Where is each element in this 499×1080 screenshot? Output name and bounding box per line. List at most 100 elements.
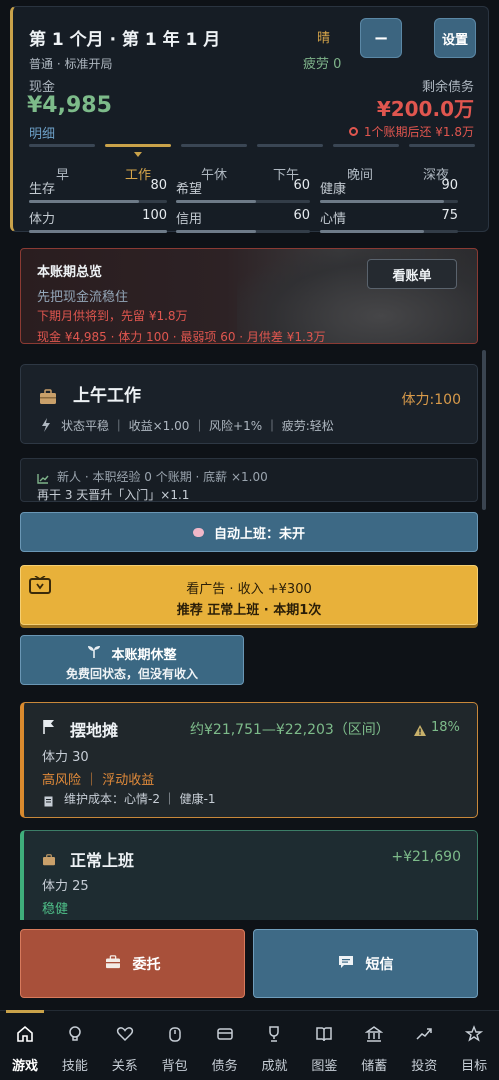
job-income: +¥21,690 xyxy=(391,849,461,865)
debt-note-text: 1个账期后还 ¥1.8万 xyxy=(363,125,474,139)
work-stamina: 体力:100 xyxy=(401,392,461,408)
nav-label: 投资 xyxy=(411,1059,438,1074)
nav-label: 图鉴 xyxy=(311,1059,338,1074)
nav-label: 背包 xyxy=(161,1059,188,1074)
job-stamina: 体力 25 xyxy=(42,879,89,894)
nav-invest[interactable]: 投资 xyxy=(399,1011,449,1080)
stat-value: 90 xyxy=(441,178,458,193)
warning-icon xyxy=(414,721,426,740)
nav-game[interactable]: 游戏 xyxy=(0,1010,50,1080)
briefcase-icon xyxy=(105,954,121,973)
stat-bar-fill xyxy=(176,200,257,203)
message-icon xyxy=(338,955,354,973)
cash-value: ¥4,985 xyxy=(27,93,112,118)
slot-tick-active xyxy=(105,144,171,147)
slot-tick xyxy=(29,144,95,147)
stat-hope: 希望 60 xyxy=(176,178,310,203)
stat-label: 健康 xyxy=(320,182,347,197)
bank-icon xyxy=(364,1025,384,1047)
work-title: 上午工作 xyxy=(73,386,141,406)
cash-detail-link[interactable]: 明细 xyxy=(29,123,55,142)
minimize-button[interactable]: − xyxy=(360,18,402,58)
slot-tick xyxy=(409,144,475,147)
job-tag: 稳健 xyxy=(42,902,69,917)
page-title: 第 1 个月 · 第 1 年 1 月 xyxy=(29,30,221,50)
stat-health: 健康 90 xyxy=(320,178,458,203)
watch-ad-button[interactable]: 看广告 · 收入 +¥300 推荐 正常上班 · 本期1次 xyxy=(20,565,478,625)
stat-label: 信用 xyxy=(176,212,203,227)
game-mode: 普通 · 标准开局 xyxy=(29,57,113,71)
stat-bar-fill xyxy=(176,230,257,233)
stat-bar xyxy=(320,200,458,203)
settings-button[interactable]: 设置 xyxy=(434,18,476,58)
nav-active-indicator xyxy=(6,1010,44,1013)
nav-skills[interactable]: 技能 xyxy=(50,1011,100,1080)
fatigue-label: 疲劳 0 xyxy=(303,57,342,72)
summary-line2: 现金 ¥4,985 · 体力 100 · 最弱项 60 · 月供差 ¥1.3万 xyxy=(37,330,326,344)
status-card: 第 1 个月 · 第 1 年 1 月 晴 疲劳 0 − 设置 普通 · 标准开局… xyxy=(10,6,489,233)
nav-label: 成就 xyxy=(261,1059,288,1074)
view-bill-button[interactable]: 看账单 xyxy=(367,259,457,289)
rest-button[interactable]: 本账期休整 免费回状态，但没有收入 xyxy=(20,635,244,685)
nav-label: 游戏 xyxy=(11,1059,38,1074)
sms-label: 短信 xyxy=(365,956,394,973)
stall-risk: 18% xyxy=(431,720,460,735)
delegate-button[interactable]: 委托 xyxy=(20,929,245,998)
stat-label: 生存 xyxy=(29,182,56,197)
nav-label: 技能 xyxy=(61,1059,88,1074)
debt-value: ¥200.0万 xyxy=(376,97,474,121)
nav-label: 债务 xyxy=(211,1059,238,1074)
nav-goals[interactable]: 目标 xyxy=(449,1011,499,1080)
nav-label: 关系 xyxy=(111,1059,138,1074)
summary-title: 本账期总览 xyxy=(37,265,103,280)
nav-label: 目标 xyxy=(461,1059,488,1074)
lightning-icon xyxy=(41,417,51,436)
stall-title: 摆地摊 xyxy=(70,721,119,740)
ad-line1: 看广告 · 收入 +¥300 xyxy=(186,582,312,597)
option-normal-job[interactable]: 正常上班 +¥21,690 体力 25 稳健 xyxy=(20,830,478,930)
stat-bar xyxy=(176,200,310,203)
nav-label: 储蓄 xyxy=(361,1059,388,1074)
stat-stamina: 体力 100 xyxy=(29,208,167,233)
period-summary-card: 本账期总览 看账单 先把现金流稳住 下期月供将到，先留 ¥1.8万 现金 ¥4,… xyxy=(20,248,478,344)
briefcase-icon xyxy=(42,851,56,870)
nav-savings[interactable]: 储蓄 xyxy=(349,1011,399,1080)
job-title: 正常上班 xyxy=(70,851,135,870)
ad-line2: 推荐 正常上班 · 本期1次 xyxy=(176,603,322,618)
stat-bar-fill xyxy=(320,230,424,233)
stall-stamina: 体力 30 xyxy=(42,750,89,765)
scrollbar[interactable] xyxy=(482,350,486,510)
stat-bar xyxy=(176,230,310,233)
clock-icon xyxy=(348,127,358,136)
star-icon xyxy=(465,1025,484,1047)
flag-icon xyxy=(42,719,56,738)
stat-bar-fill xyxy=(29,200,140,203)
sms-button[interactable]: 短信 xyxy=(253,929,478,998)
work-status: 状态平稳 ｜ 收益×1.00 ｜ 风险+1% ｜ 疲劳:轻松 xyxy=(61,419,334,433)
nav-backpack[interactable]: 背包 xyxy=(150,1011,200,1080)
nav-relations[interactable]: 关系 xyxy=(100,1011,150,1080)
backpack-icon xyxy=(166,1025,184,1047)
nav-debt[interactable]: 债务 xyxy=(200,1011,250,1080)
summary-tip: 先把现金流稳住 xyxy=(37,290,129,305)
stat-label: 体力 xyxy=(29,212,56,227)
auto-work-label: 自动上班：未开 xyxy=(213,526,305,542)
trophy-icon xyxy=(265,1025,283,1047)
work-card: 上午工作 体力:100 状态平稳 ｜ 收益×1.00 ｜ 风险+1% ｜ 疲劳:… xyxy=(20,364,478,444)
nav-achievements[interactable]: 成就 xyxy=(250,1011,300,1080)
stat-label: 希望 xyxy=(176,182,203,197)
stat-value: 100 xyxy=(142,208,167,223)
nav-collection[interactable]: 图鉴 xyxy=(299,1011,349,1080)
experience-line2: 再干 3 天晋升「入门」×1.1 xyxy=(37,488,190,502)
delegate-label: 委托 xyxy=(132,956,161,973)
rest-title: 本账期休整 xyxy=(21,644,243,663)
auto-work-button[interactable]: 自动上班：未开 xyxy=(20,512,478,552)
home-icon xyxy=(16,1025,34,1047)
bulb-icon xyxy=(66,1025,84,1047)
card-icon xyxy=(216,1025,234,1047)
option-street-stall[interactable]: 摆地摊 约¥21,751—¥22,203（区间） 18% 体力 30 高风险 ｜… xyxy=(20,702,478,818)
stat-value: 75 xyxy=(441,208,458,223)
stat-bar xyxy=(320,230,458,233)
active-slot-marker xyxy=(134,152,142,157)
slot-tick xyxy=(181,144,247,147)
